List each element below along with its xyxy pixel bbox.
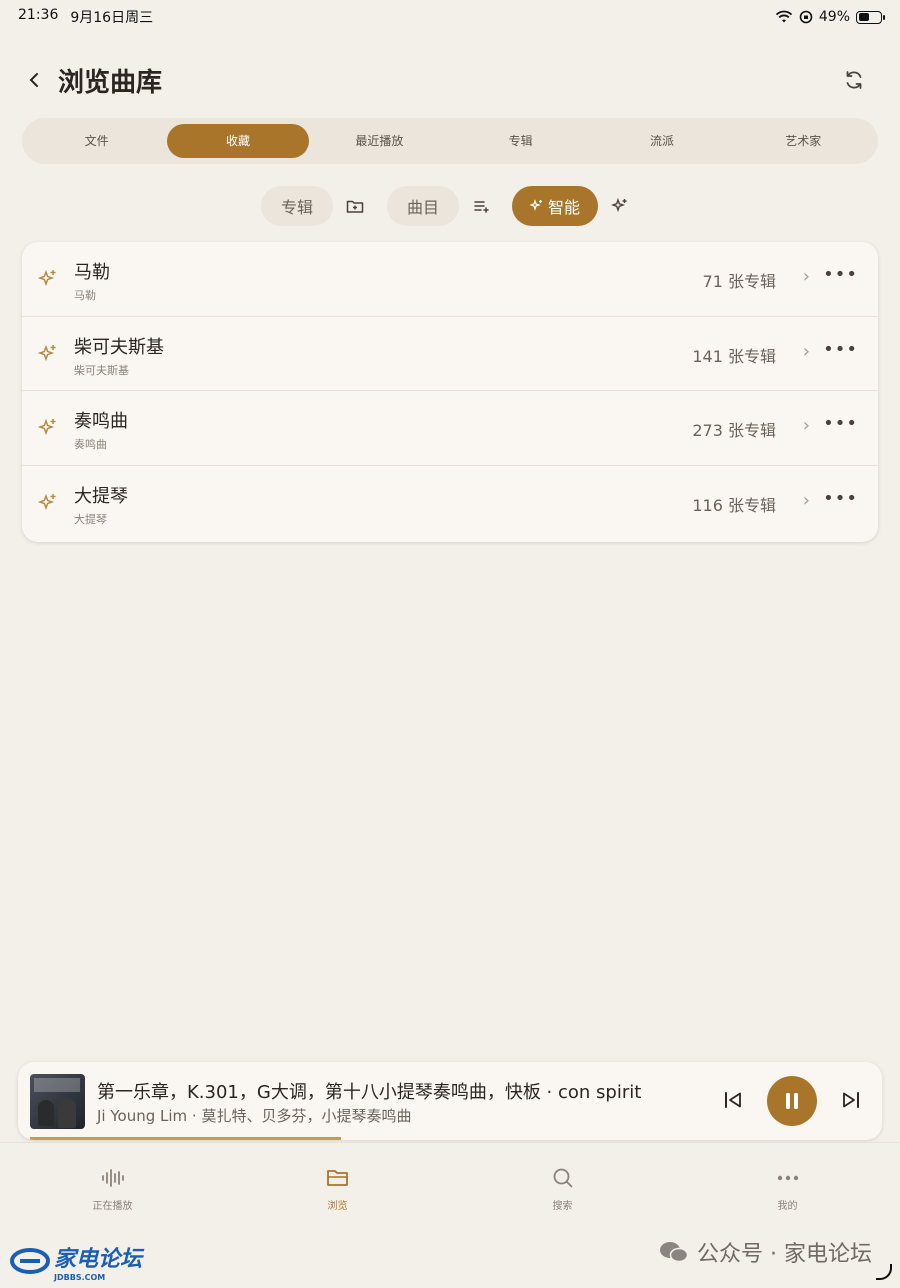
item-subtitle: 马勒: [74, 289, 96, 302]
status-date: 9月16日周三: [70, 10, 154, 26]
filter-album-chip[interactable]: 专辑: [261, 186, 333, 226]
nav-mine[interactable]: 我的: [675, 1143, 900, 1232]
pause-icon: [786, 1093, 798, 1109]
filter-smart-chip[interactable]: 智能: [512, 186, 598, 226]
list-item[interactable]: 马勒 马勒 71 张专辑 › •••: [22, 242, 878, 317]
chevron-right-icon: ›: [802, 415, 810, 436]
back-button[interactable]: [22, 66, 46, 94]
album-cover[interactable]: [30, 1074, 85, 1129]
watermark-label: 公众号 · 家电论坛: [697, 1242, 872, 1267]
status-time: 21:36: [18, 7, 59, 23]
skip-next-icon: [843, 1092, 859, 1108]
nav-now-playing[interactable]: 正在播放: [0, 1143, 225, 1232]
list-item[interactable]: 柴可夫斯基 柴可夫斯基 141 张专辑 › •••: [22, 317, 878, 391]
waveform-icon: [100, 1165, 126, 1191]
nav-label: 正在播放: [92, 1201, 133, 1212]
item-count: 116 张专辑: [692, 495, 776, 515]
item-count: 71 张专辑: [702, 272, 776, 291]
watermark-logo-sub: JDBBS.COM: [54, 1272, 106, 1282]
sparkle-icon: [38, 269, 56, 287]
nav-label: 浏览: [327, 1201, 348, 1212]
more-options-icon[interactable]: •••: [823, 413, 858, 434]
bottom-nav: 正在播放 浏览 搜索 我的: [0, 1142, 900, 1232]
corner-mark: [876, 1264, 892, 1280]
tab-genres[interactable]: 流派: [591, 124, 732, 158]
search-icon: [550, 1165, 576, 1191]
item-subtitle: 奏鸣曲: [74, 438, 107, 451]
filter-track-chip[interactable]: 曲目: [387, 186, 459, 226]
nav-label: 我的: [777, 1201, 798, 1212]
filter-smart-label: 智能: [547, 198, 580, 217]
item-name: 柴可夫斯基: [74, 336, 164, 358]
skip-previous-icon: [725, 1092, 741, 1108]
header: 浏览曲库: [0, 56, 900, 106]
tab-albums[interactable]: 专辑: [450, 124, 591, 158]
chevron-right-icon: ›: [802, 340, 810, 362]
chevron-right-icon: ›: [802, 489, 810, 511]
rotation-lock-icon: [799, 10, 813, 24]
playback-progress[interactable]: [30, 1137, 341, 1140]
tab-artists[interactable]: 艺术家: [733, 124, 874, 158]
playlist-add-icon[interactable]: [472, 196, 492, 216]
more-options-icon[interactable]: •••: [823, 488, 858, 509]
smart-collection-list: 马勒 马勒 71 张专辑 › ••• 柴可夫斯基 柴可夫斯基 141 张专辑 ›…: [22, 242, 878, 542]
nav-browse[interactable]: 浏览: [225, 1143, 450, 1232]
next-button[interactable]: [840, 1089, 862, 1111]
item-subtitle: 大提琴: [74, 512, 107, 526]
watermark-text: 公众号 · 家电论坛: [659, 1236, 872, 1268]
battery-icon: [856, 10, 885, 24]
item-subtitle: 柴可夫斯基: [74, 363, 129, 377]
filter-bar: 专辑 曲目 智能: [0, 186, 900, 226]
forum-logo-icon: [10, 1248, 50, 1274]
item-name: 马勒: [74, 262, 110, 283]
item-name: 奏鸣曲: [74, 411, 128, 432]
sparkle-icon: [38, 344, 56, 361]
wifi-icon: [775, 10, 793, 23]
item-name: 大提琴: [74, 485, 128, 507]
chevron-right-icon: ›: [802, 266, 810, 287]
battery-percent: 49%: [818, 9, 850, 25]
smart-add-icon[interactable]: [610, 196, 630, 216]
wechat-icon: [660, 1242, 689, 1263]
nav-search[interactable]: 搜索: [450, 1143, 675, 1232]
folder-add-icon[interactable]: [345, 196, 365, 216]
watermark-logo: 家电论坛 JDBBS.COM: [10, 1244, 143, 1282]
sparkle-icon: [38, 493, 56, 510]
list-item[interactable]: 奏鸣曲 奏鸣曲 273 张专辑 › •••: [22, 391, 878, 466]
track-title: 第一乐章，K.301，G大调，第十八小提琴奏鸣曲，快板 · con spirit: [97, 1082, 642, 1103]
folder-icon: [325, 1165, 351, 1191]
more-options-icon[interactable]: •••: [823, 264, 858, 285]
category-tabs: 文件 收藏 最近播放 专辑 流派 艺术家: [22, 118, 878, 164]
refresh-button[interactable]: [842, 68, 866, 92]
list-item[interactable]: 大提琴 大提琴 116 张专辑 › •••: [22, 466, 878, 541]
pause-button[interactable]: [767, 1076, 817, 1126]
track-artist: Ji Young Lim · 莫扎特、贝多芬，小提琴奏鸣曲: [97, 1107, 412, 1125]
nav-label: 搜索: [552, 1201, 573, 1212]
refresh-icon: [846, 71, 862, 89]
previous-button[interactable]: [722, 1089, 744, 1111]
watermark-logo-text: 家电论坛: [54, 1246, 143, 1272]
more-dots-icon: [775, 1165, 801, 1191]
tab-files[interactable]: 文件: [26, 124, 167, 158]
sparkle-icon: [38, 418, 56, 436]
tab-recent[interactable]: 最近播放: [309, 124, 450, 158]
tab-favorites[interactable]: 收藏: [167, 124, 309, 158]
sparkle-icon: [529, 199, 542, 211]
mini-player[interactable]: 第一乐章，K.301，G大调，第十八小提琴奏鸣曲，快板 · con spirit…: [18, 1062, 882, 1140]
more-options-icon[interactable]: •••: [823, 339, 858, 360]
item-count: 273 张专辑: [692, 421, 776, 440]
item-count: 141 张专辑: [692, 346, 776, 366]
page-title: 浏览曲库: [58, 68, 163, 98]
status-bar: 21:36 9月16日周三 49%: [0, 0, 900, 34]
chevron-left-icon: [29, 73, 38, 87]
